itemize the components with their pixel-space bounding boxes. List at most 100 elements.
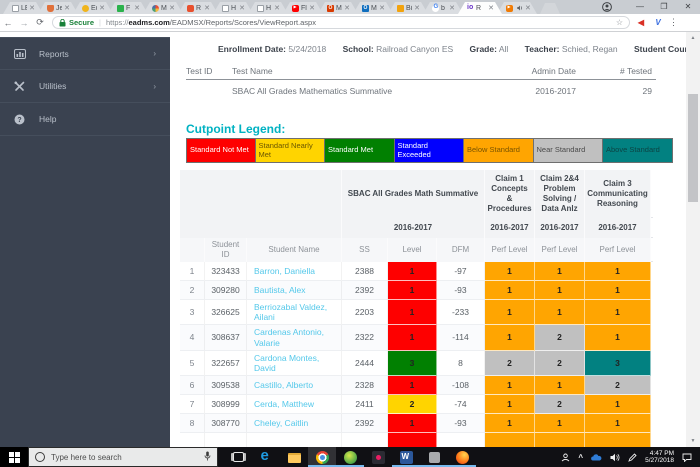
bookmark-star-icon[interactable]: ☆ [616, 18, 623, 27]
browser-tab[interactable]: Bi ✕ [388, 2, 428, 14]
browser-tab[interactable]: M ✕ [353, 2, 393, 14]
taskbar-clock[interactable]: 4:47 PM 5/27/2018 [645, 450, 674, 464]
dfm-value: -93 [437, 281, 485, 300]
dfm-value: -114 [437, 325, 485, 350]
pink-dot-app-icon [372, 451, 385, 464]
tab-close-icon[interactable]: ✕ [274, 5, 280, 12]
table-row [180, 433, 653, 447]
sidebar-item-utilities[interactable]: Utilities › [0, 70, 170, 103]
tab-close-icon[interactable]: ✕ [134, 5, 140, 12]
browser-tab[interactable]: M ✕ [318, 2, 358, 14]
sidebar-item-label: Utilities [39, 81, 66, 91]
taskbar-app-button[interactable] [308, 447, 336, 467]
browser-tab[interactable]: H ✕ [248, 2, 288, 14]
scale-score: 2203 [342, 300, 388, 325]
test-list-row[interactable]: SBAC All Grades Mathematics Summative 20… [186, 80, 656, 102]
tab-close-icon[interactable]: ✕ [29, 5, 35, 12]
volume-icon[interactable] [610, 453, 620, 462]
taskbar-app-button[interactable] [448, 447, 476, 467]
tab-close-icon[interactable]: ✕ [344, 5, 350, 12]
browser-menu-icon[interactable]: ⋮ [669, 17, 678, 28]
browser-tab[interactable]: R ✕ [458, 2, 502, 14]
browser-tab[interactable]: M ✕ [143, 2, 183, 14]
student-name-link[interactable]: Castillo, Alberto [247, 376, 342, 395]
start-button[interactable] [0, 447, 28, 467]
browser-tab[interactable]: ✕ [497, 2, 537, 14]
browser-tab[interactable]: H ✕ [213, 2, 253, 14]
page-content: Reports › Utilities › ? Help Enrollment … [0, 32, 700, 447]
show-hidden-icons-icon[interactable]: ^ [578, 453, 583, 462]
student-name-link[interactable]: Cerda, Matthew [247, 395, 342, 414]
browser-profile-icon[interactable] [600, 0, 614, 14]
scores-year-row: 2016-2017 2016-2017 2016-2017 2016-2017 [180, 218, 653, 238]
group-header-spacer [180, 170, 342, 218]
tab-close-icon[interactable]: ✕ [99, 5, 105, 12]
new-tab-button[interactable] [540, 3, 560, 14]
taskbar-apps [224, 447, 476, 467]
taskbar-app-button[interactable] [336, 447, 364, 467]
extension-v-icon[interactable]: V [652, 18, 664, 27]
browser-tab[interactable]: Ec ✕ [73, 2, 113, 14]
browser-tab[interactable]: Fl ✕ [283, 2, 323, 14]
student-name-link[interactable] [247, 433, 342, 447]
table-row: 5 322657 Cardona Montes, David 2444 3 8 … [180, 351, 653, 376]
sidebar-item-reports[interactable]: Reports › [0, 37, 170, 70]
svg-text:?: ? [17, 117, 21, 124]
perf-level-claim1: 1 [485, 395, 535, 414]
tab-close-icon[interactable]: ✕ [449, 5, 455, 12]
row-number [180, 433, 205, 447]
taskbar-app-button[interactable] [392, 447, 420, 467]
onedrive-cloud-icon[interactable] [591, 454, 602, 461]
scale-score [342, 433, 388, 447]
scrollbar-thumb[interactable] [688, 94, 698, 202]
tab-close-icon[interactable]: ✕ [64, 5, 70, 12]
taskbar-app-button[interactable] [364, 447, 392, 467]
student-name-link[interactable]: Cheley, Caitlin [247, 414, 342, 433]
microphone-icon[interactable] [204, 451, 211, 463]
browser-tab[interactable]: LE ✕ [3, 2, 43, 14]
tab-close-icon[interactable]: ✕ [379, 5, 385, 12]
col-student-name: Student Name [247, 238, 342, 262]
extension-megaphone-icon[interactable]: ◀ [635, 18, 647, 27]
taskbar-app-button[interactable] [280, 447, 308, 467]
tab-close-icon[interactable]: ✕ [239, 5, 245, 12]
tab-close-icon[interactable]: ✕ [204, 5, 210, 12]
people-icon[interactable] [561, 453, 570, 462]
taskbar-app-button[interactable] [224, 447, 252, 467]
legend-item-label: Standard Not Met [190, 146, 249, 155]
student-name-link[interactable]: Cardenas Antonio, Valarie [247, 325, 342, 350]
browser-tab[interactable]: Je ✕ [38, 2, 78, 14]
student-name-link[interactable]: Barron, Daniella [247, 262, 342, 281]
vertical-scrollbar[interactable]: ▲ ▼ [686, 32, 700, 447]
student-name-link[interactable]: Bautista, Alex [247, 281, 342, 300]
address-bar[interactable]: Secure | https://eadms.com/EADMSX/Report… [52, 16, 630, 29]
scores-table: SBAC All Grades Math Summative Claim 1 C… [180, 170, 653, 447]
tab-audio-icon[interactable] [517, 5, 523, 11]
student-name-link[interactable]: Cardona Montes, David [247, 351, 342, 376]
tab-close-icon[interactable]: ✕ [414, 5, 420, 12]
scores-body: 1 323433 Barron, Daniella 2388 1 -97 1 1… [180, 262, 653, 447]
browser-tab[interactable]: b ✕ [423, 2, 463, 14]
browser-tab[interactable]: R ✕ [178, 2, 218, 14]
scroll-up-icon[interactable]: ▲ [686, 32, 700, 44]
browser-tab[interactable]: F ✕ [108, 2, 148, 14]
action-center-icon[interactable] [682, 453, 692, 462]
tab-close-icon[interactable]: ✕ [169, 5, 175, 12]
back-icon[interactable]: ← [0, 18, 16, 28]
taskbar-app-button[interactable] [252, 447, 280, 467]
restore-icon[interactable]: ❐ [652, 0, 676, 14]
close-icon[interactable]: ✕ [676, 0, 700, 14]
scroll-down-icon[interactable]: ▼ [686, 435, 700, 447]
student-name-link[interactable]: Berriozabal Valdez, Ailani [247, 300, 342, 325]
sidebar-item-help[interactable]: ? Help [0, 103, 170, 136]
taskbar-search-input[interactable]: Type here to search [28, 447, 218, 467]
tab-close-icon[interactable]: ✕ [309, 5, 315, 12]
legend-item-label: Standard Nearly Met [259, 142, 322, 159]
forward-icon[interactable]: → [16, 18, 32, 28]
tab-close-icon[interactable]: ✕ [488, 5, 494, 12]
minimize-icon[interactable]: — [628, 0, 652, 14]
taskbar-app-button[interactable] [420, 447, 448, 467]
reload-icon[interactable]: ⟳ [32, 17, 48, 28]
pen-icon[interactable] [628, 453, 637, 462]
tab-close-icon[interactable]: ✕ [525, 5, 531, 12]
